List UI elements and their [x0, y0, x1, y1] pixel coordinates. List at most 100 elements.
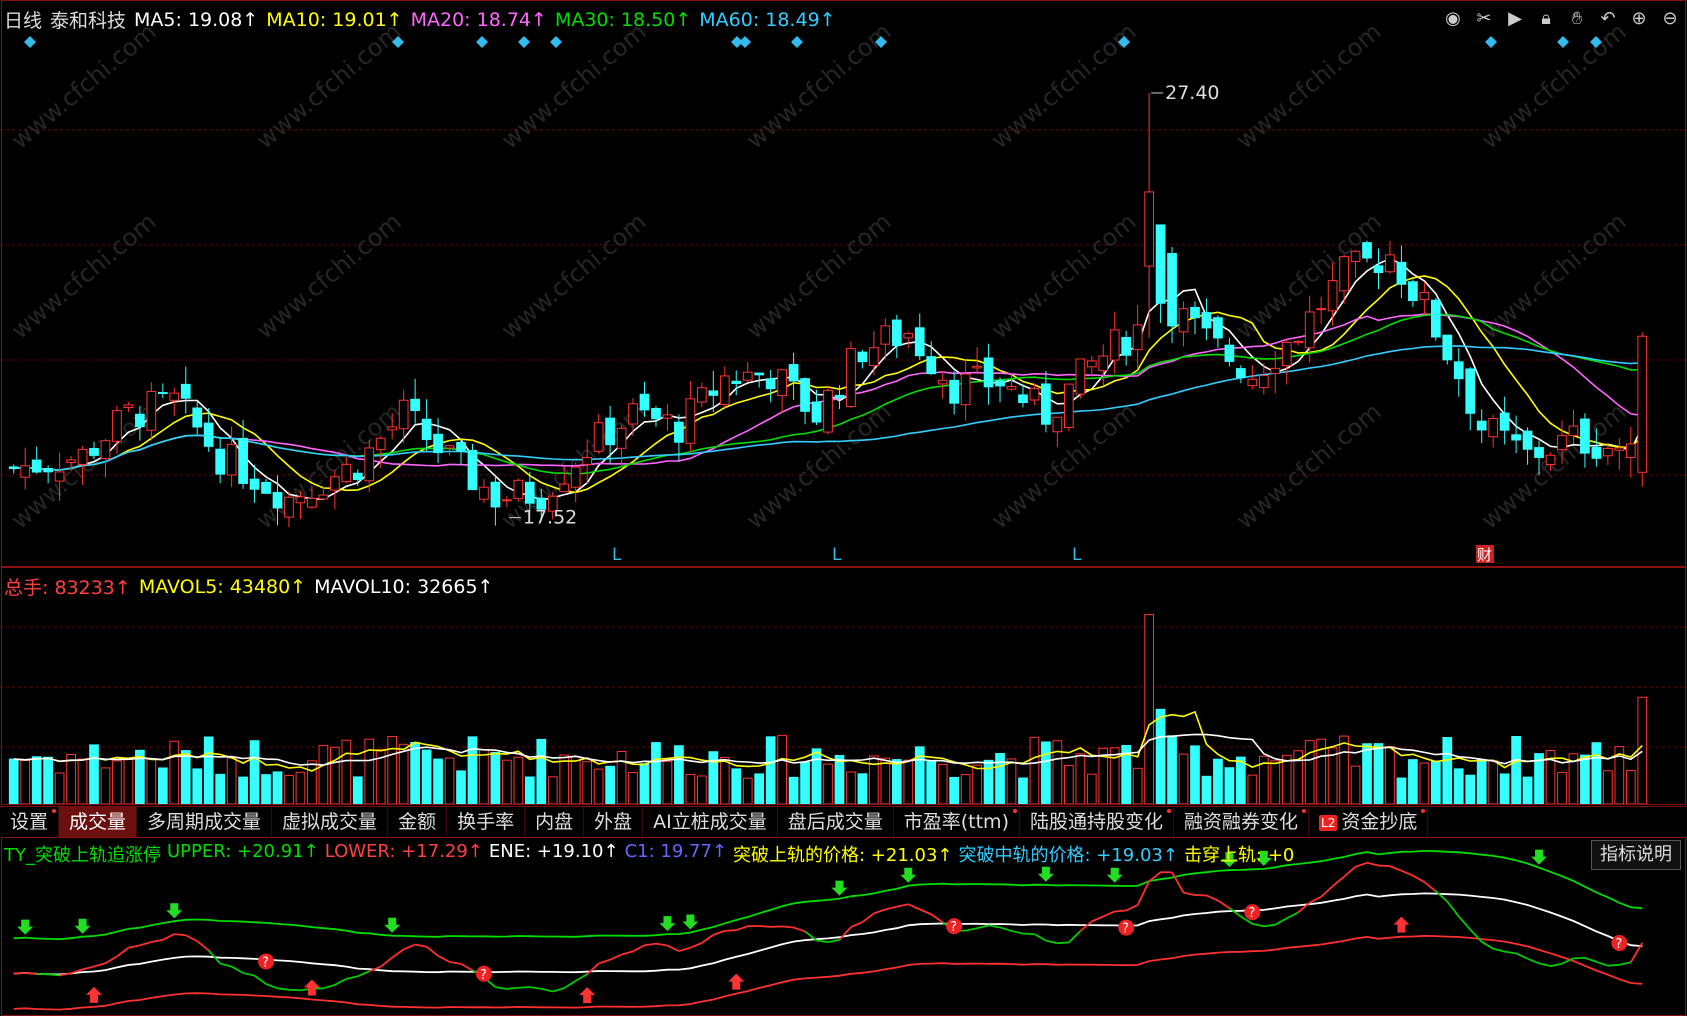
- tab-0[interactable]: 设置: [0, 807, 60, 837]
- volume-bar: [536, 738, 547, 805]
- candle: [1373, 248, 1384, 290]
- volume-bar: [31, 756, 42, 805]
- volume-bar: [364, 738, 375, 805]
- volume-bar: [1132, 767, 1143, 805]
- candle: [1190, 301, 1200, 335]
- price-segment: [1217, 899, 1230, 909]
- candle: [1396, 245, 1407, 299]
- tab-label: 盘后成交量: [787, 811, 883, 833]
- price-segment: [1228, 907, 1242, 918]
- candle: [1637, 332, 1648, 487]
- zoom-out-icon[interactable]: ⊖: [1659, 8, 1681, 30]
- hand-icon[interactable]: ✋︎: [1566, 8, 1588, 30]
- tab-8[interactable]: AI立桩成交量: [643, 807, 778, 837]
- volume-bar: [146, 758, 157, 805]
- kline-panel[interactable]: www.cfchi.com www.cfchi.com www.cfchi.com w…: [0, 0, 1687, 567]
- price-segment: [25, 972, 37, 975]
- price-segment: [277, 987, 290, 991]
- candle: [1018, 384, 1028, 408]
- volume-chart[interactable]: [0, 567, 1687, 805]
- price-segment: [759, 925, 771, 928]
- volume-bar: [1063, 764, 1074, 805]
- price-segment: [1011, 930, 1024, 935]
- volume-bar: [1476, 759, 1487, 805]
- candle: [891, 314, 902, 359]
- volume-bar: [261, 774, 271, 805]
- candle: [467, 443, 478, 491]
- volume-bar: [926, 760, 937, 805]
- tab-2[interactable]: 多周期成交量: [137, 807, 273, 837]
- sell-arrow-icon: [682, 914, 699, 930]
- tab-7[interactable]: 外盘: [584, 807, 644, 837]
- tab-label: 陆股通持股变化: [1029, 811, 1163, 833]
- indicator-help-button[interactable]: 指标说明: [1591, 840, 1681, 870]
- volume-bar: [960, 774, 971, 805]
- price-segment: [1286, 911, 1299, 920]
- volume-bar: [823, 763, 833, 805]
- candle: [593, 414, 604, 454]
- volume-bar: [1603, 770, 1613, 805]
- price-segment: [1355, 861, 1368, 868]
- volume-bar: [1442, 737, 1453, 805]
- lock-icon[interactable]: 🔒︎: [1535, 8, 1557, 30]
- volume-bar: [352, 776, 363, 805]
- scissors-icon[interactable]: ✂: [1473, 8, 1495, 30]
- candle: [1511, 415, 1521, 454]
- volume-bar: [834, 754, 845, 805]
- tab-11[interactable]: 陆股通持股变化: [1020, 807, 1174, 837]
- volume-bar: [169, 740, 180, 805]
- watermark-text: www.cfchi.com: [6, 207, 162, 344]
- candle: [479, 479, 489, 503]
- tab-5[interactable]: 换手率: [447, 807, 526, 837]
- watermark-text: www.cfchi.com: [496, 17, 652, 154]
- volume-panel[interactable]: 总手: 83233↑ MAVOL5: 43480↑ MAVOL10: 32665…: [0, 567, 1687, 805]
- price-segment: [621, 950, 634, 956]
- price-segment: [1114, 909, 1127, 913]
- price-segment: [460, 963, 473, 972]
- volume-bar: [1270, 760, 1281, 805]
- candle: [1270, 351, 1281, 394]
- tab-12[interactable]: 融资融券变化: [1174, 807, 1310, 837]
- volume-bar: [1075, 753, 1086, 805]
- price-segment: [334, 978, 347, 986]
- price-segment: [667, 944, 680, 952]
- price-segment: [930, 913, 944, 924]
- candle: [742, 362, 753, 383]
- kline-chart[interactable]: www.cfchi.com www.cfchi.com www.cfchi.com w…: [0, 0, 1687, 567]
- sell-arrow-icon: [831, 880, 848, 896]
- play-icon[interactable]: ▶: [1504, 8, 1526, 30]
- price-segment: [907, 903, 921, 911]
- candle: [1625, 426, 1636, 478]
- price-segment: [1378, 864, 1391, 868]
- undo-icon[interactable]: ↶: [1597, 8, 1619, 30]
- candle: [1430, 297, 1441, 341]
- tab-10[interactable]: 市盈率(ttm): [894, 807, 1020, 837]
- price-segment: [518, 986, 530, 989]
- sell-arrow-icon: [17, 919, 34, 935]
- volume-bar: [1339, 735, 1349, 805]
- tab-label: 换手率: [457, 811, 515, 833]
- tab-4[interactable]: 金额: [388, 807, 448, 837]
- tab-1[interactable]: 成交量: [59, 807, 138, 837]
- candle: [31, 446, 42, 474]
- price-segment: [896, 903, 909, 908]
- tab-9[interactable]: 盘后成交量: [778, 807, 894, 837]
- watermark-text: www.cfchi.com: [986, 17, 1142, 154]
- price-segment: [1446, 900, 1460, 917]
- price-segment: [1068, 930, 1081, 944]
- indicator-panel[interactable]: ?????? TY_突破上轨追涨停 UPPER: +20.91↑ LOWER: …: [0, 837, 1687, 1016]
- price-segment: [838, 926, 852, 941]
- high-price-label: 27.40: [1165, 82, 1219, 104]
- candle: [1453, 348, 1464, 397]
- eye-icon[interactable]: ◉: [1442, 8, 1464, 30]
- tab-6[interactable]: 内盘: [525, 807, 585, 837]
- volume-bar: [215, 773, 226, 805]
- price-segment: [414, 943, 427, 948]
- candle: [100, 439, 111, 478]
- tab-3[interactable]: 虚拟成交量: [272, 807, 389, 837]
- tab-13[interactable]: L2 资金抄底: [1309, 807, 1429, 837]
- period-label[interactable]: 日线: [4, 6, 42, 33]
- price-segment: [655, 942, 668, 947]
- volume-bar: [467, 736, 478, 805]
- zoom-in-icon[interactable]: ⊕: [1628, 8, 1650, 30]
